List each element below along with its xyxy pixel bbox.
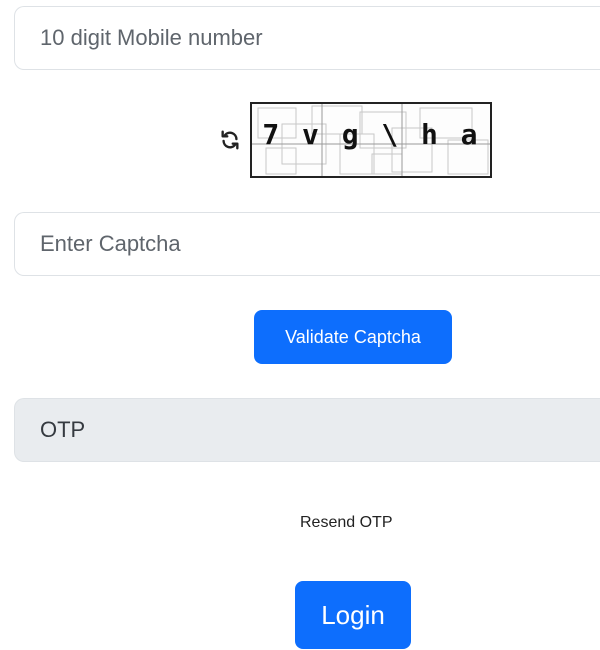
validate-captcha-button[interactable]: Validate Captcha [254, 310, 452, 364]
captcha-char: a [460, 118, 480, 151]
captcha-text: 7 v g \ h a [252, 118, 490, 151]
captcha-char: \ [381, 118, 401, 151]
otp-input[interactable] [14, 398, 600, 462]
login-form: 7 v g \ h a Validate Captcha Resend OTP … [0, 0, 600, 650]
captcha-row: 7 v g \ h a [218, 102, 492, 178]
resend-otp-link[interactable]: Resend OTP [300, 514, 392, 532]
captcha-char: h [421, 118, 440, 151]
captcha-char: v [302, 118, 321, 151]
captcha-char: 7 [262, 118, 282, 151]
refresh-icon[interactable] [218, 128, 242, 152]
captcha-char: g [341, 118, 361, 151]
captcha-image: 7 v g \ h a [250, 102, 492, 178]
login-button[interactable]: Login [295, 581, 411, 649]
captcha-input[interactable] [14, 212, 600, 276]
mobile-number-input[interactable] [14, 6, 600, 70]
